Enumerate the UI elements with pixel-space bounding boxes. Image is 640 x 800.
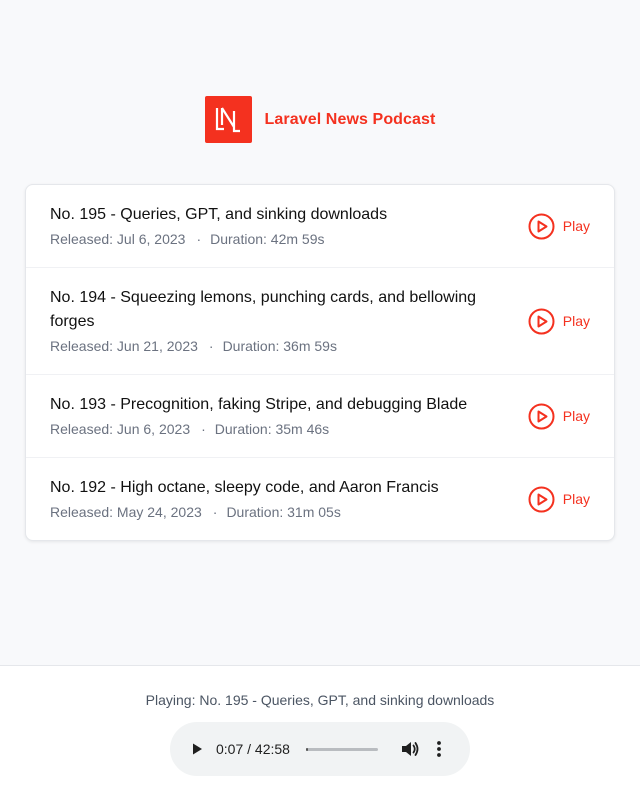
seek-slider[interactable] xyxy=(305,747,378,751)
play-circle-icon xyxy=(528,403,555,429)
episode-meta: Released: Jun 21, 2023 · Duration: 36m 59s xyxy=(50,336,500,356)
volume-icon xyxy=(401,742,419,756)
meta-separator: · xyxy=(208,338,214,354)
episode-duration: Duration: 42m 59s xyxy=(210,231,325,247)
episode-meta: Released: Jun 6, 2023 · Duration: 35m 46s xyxy=(50,419,500,439)
volume-button[interactable] xyxy=(400,740,420,758)
episode-title: No. 193 - Precognition, faking Stripe, a… xyxy=(50,396,468,413)
episode-title: No. 194 - Squeezing lemons, punching car… xyxy=(50,289,477,330)
episode-item: No. 194 - Squeezing lemons, punching car… xyxy=(26,267,614,374)
episode-meta: Released: May 24, 2023 · Duration: 31m 05s xyxy=(50,502,500,522)
laravel-news-logo xyxy=(204,96,252,143)
player-bar: Playing: No. 195 - Queries, GPT, and sin… xyxy=(0,665,640,800)
play-label: Play xyxy=(562,491,590,507)
episode-item: No. 195 - Queries, GPT, and sinking down… xyxy=(26,185,614,267)
play-button[interactable]: Play xyxy=(528,403,590,430)
play-circle-icon xyxy=(528,213,555,239)
release-date: Released: Jun 21, 2023 xyxy=(50,338,198,354)
play-button[interactable]: Play xyxy=(528,308,590,335)
seek-progress xyxy=(305,747,309,751)
episode-duration: Duration: 35m 46s xyxy=(214,421,330,437)
meta-separator: · xyxy=(212,504,218,520)
play-circle-icon xyxy=(528,486,555,512)
episode-title: No. 195 - Queries, GPT, and sinking down… xyxy=(50,206,388,223)
now-playing-text: Playing: No. 195 - Queries, GPT, and sin… xyxy=(145,692,495,708)
more-options-icon xyxy=(437,741,441,757)
episode-title: No. 192 - High octane, sleepy code, and … xyxy=(50,479,439,496)
audio-player: 0:07 / 42:58 xyxy=(170,722,470,776)
release-date: Released: Jun 6, 2023 xyxy=(50,421,191,437)
audio-play-button[interactable] xyxy=(190,742,204,756)
play-button[interactable]: Play xyxy=(528,213,590,240)
episode-item: No. 193 - Precognition, faking Stripe, a… xyxy=(26,374,614,457)
play-circle-icon xyxy=(528,308,555,334)
podcast-header: Laravel News Podcast xyxy=(0,96,640,143)
play-button[interactable]: Play xyxy=(528,486,590,513)
play-label: Play xyxy=(562,408,590,424)
meta-separator: · xyxy=(196,231,202,247)
episode-list: No. 195 - Queries, GPT, and sinking down… xyxy=(25,184,615,541)
play-icon xyxy=(193,743,202,755)
episode-item: No. 192 - High octane, sleepy code, and … xyxy=(26,457,614,540)
more-options-button[interactable] xyxy=(436,740,442,758)
episode-duration: Duration: 31m 05s xyxy=(226,504,341,520)
time-display: 0:07 / 42:58 xyxy=(216,741,290,757)
episode-meta: Released: Jul 6, 2023 · Duration: 42m 59s xyxy=(50,229,500,249)
play-label: Play xyxy=(562,313,590,329)
ln-logo-icon xyxy=(215,106,241,132)
release-date: Released: May 24, 2023 xyxy=(50,504,202,520)
play-label: Play xyxy=(562,218,590,234)
episode-duration: Duration: 36m 59s xyxy=(222,338,337,354)
podcast-title: Laravel News Podcast xyxy=(264,110,436,128)
release-date: Released: Jul 6, 2023 xyxy=(50,231,186,247)
meta-separator: · xyxy=(201,421,206,437)
